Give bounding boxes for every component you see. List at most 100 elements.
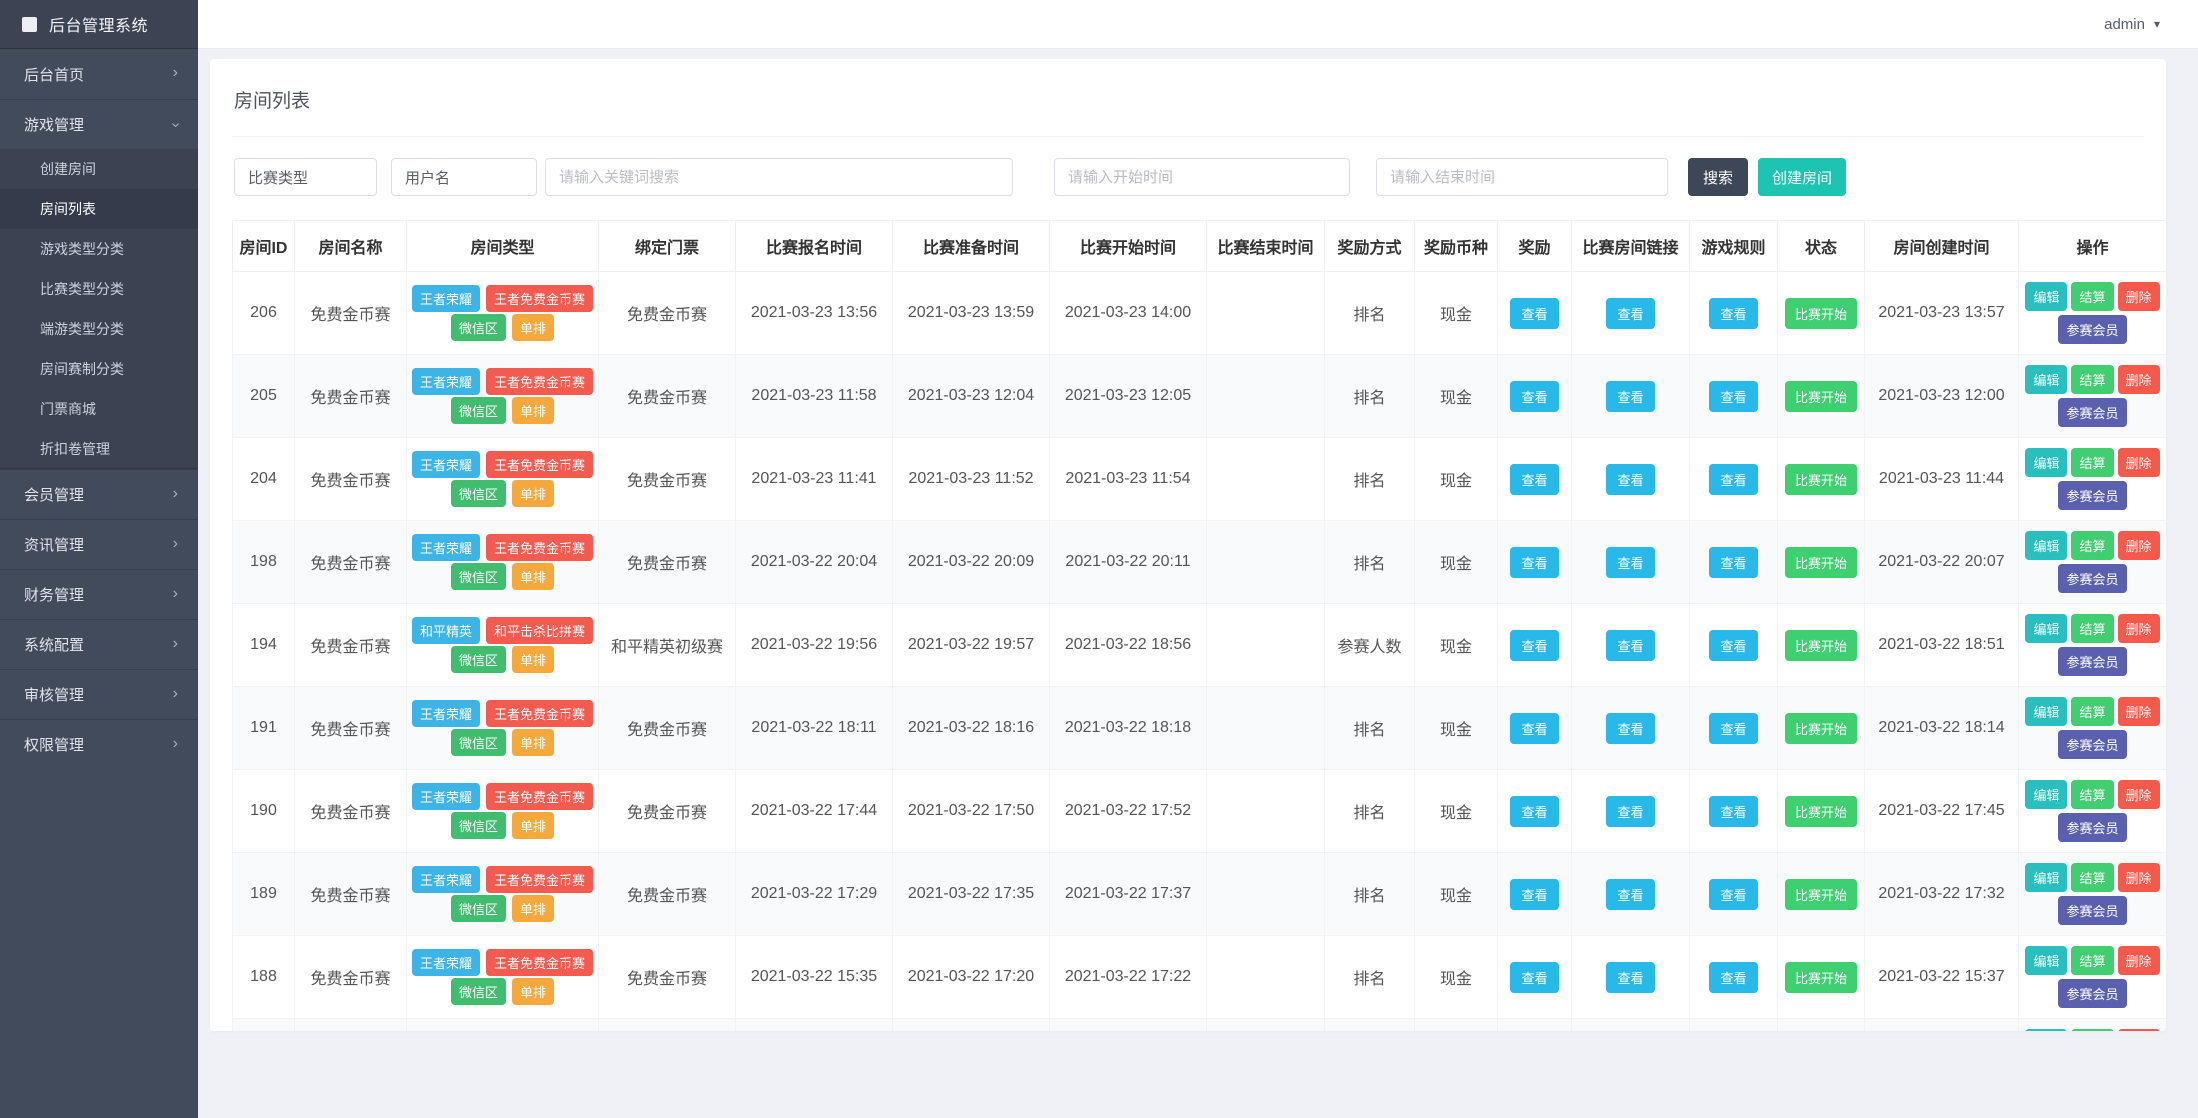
rules-view-button[interactable]: 查看	[1709, 961, 1758, 993]
members-button[interactable]: 参赛会员	[2058, 813, 2127, 842]
rules-view-button[interactable]: 查看	[1709, 546, 1758, 578]
room-name-cell: 免费金币赛	[294, 852, 407, 936]
room-link-view-button[interactable]: 查看	[1606, 380, 1655, 412]
settle-button[interactable]: 结算	[2071, 448, 2114, 477]
reward-view-button[interactable]: 查看	[1510, 380, 1559, 412]
settle-button[interactable]: 结算	[2071, 365, 2114, 394]
edit-button[interactable]: 编辑	[2025, 282, 2068, 311]
members-button[interactable]: 参赛会员	[2058, 564, 2127, 593]
sidebar-item-home[interactable]: 后台首页 ›	[0, 49, 198, 99]
username-select[interactable]: 用户名	[391, 158, 537, 196]
start-time-input[interactable]	[1054, 158, 1350, 196]
settle-button[interactable]: 结算	[2071, 697, 2114, 726]
admin-dropdown[interactable]: admin ▾	[2104, 16, 2160, 33]
delete-button[interactable]: 删除	[2117, 531, 2160, 560]
reward-view-button[interactable]: 查看	[1510, 878, 1559, 910]
room-link-view-button[interactable]: 查看	[1606, 546, 1655, 578]
delete-button[interactable]: 删除	[2117, 448, 2160, 477]
sidebar-item-finance[interactable]: 财务管理 ›	[0, 569, 198, 619]
rules-view-button[interactable]: 查看	[1709, 297, 1758, 329]
end-time-input[interactable]	[1376, 158, 1668, 196]
start-time-cell: 2021-03-22 20:11	[1049, 520, 1207, 604]
delete-button[interactable]: 删除	[2117, 780, 2160, 809]
members-button[interactable]: 参赛会员	[2058, 979, 2127, 1008]
delete-button[interactable]: 删除	[2117, 614, 2160, 643]
room-link-view-button[interactable]: 查看	[1606, 795, 1655, 827]
end-time-cell	[1206, 935, 1325, 1019]
actions-line: 参赛会员	[2023, 977, 2162, 1010]
rules-view-button[interactable]: 查看	[1709, 380, 1758, 412]
room-link-view-button[interactable]: 查看	[1606, 629, 1655, 661]
edit-button[interactable]: 编辑	[2025, 365, 2068, 394]
sidebar-item-room-format[interactable]: 房间赛制分类	[0, 349, 198, 389]
edit-button[interactable]: 编辑	[2025, 531, 2068, 560]
settle-button[interactable]: 结算	[2071, 946, 2114, 975]
sidebar-item-game-type[interactable]: 游戏类型分类	[0, 229, 198, 269]
keyword-search-input[interactable]	[545, 158, 1013, 196]
room-link-view-button[interactable]: 查看	[1606, 297, 1655, 329]
reward-view-button[interactable]: 查看	[1510, 629, 1559, 661]
delete-button[interactable]: 删除	[2117, 863, 2160, 892]
reward-view-button[interactable]: 查看	[1510, 297, 1559, 329]
sidebar-item-coupon[interactable]: 折扣卷管理	[0, 429, 198, 469]
edit-button[interactable]: 编辑	[2025, 1029, 2068, 1031]
delete-button[interactable]: 删除	[2117, 282, 2160, 311]
search-button[interactable]: 搜索	[1688, 158, 1749, 196]
settle-button[interactable]: 结算	[2071, 282, 2114, 311]
sidebar-item-news[interactable]: 资讯管理 ›	[0, 519, 198, 569]
edit-button[interactable]: 编辑	[2025, 697, 2068, 726]
reward-currency-cell: 现金	[1414, 520, 1498, 604]
sidebar-item-room-list[interactable]: 房间列表	[0, 189, 198, 229]
settle-button[interactable]: 结算	[2071, 1029, 2114, 1031]
reward-view-button[interactable]: 查看	[1510, 546, 1559, 578]
sidebar-item-label: 比赛类型分类	[40, 281, 124, 297]
rules-view-button[interactable]: 查看	[1709, 878, 1758, 910]
match-type-select[interactable]: 比赛类型	[234, 158, 377, 196]
sidebar-item-create-room[interactable]: 创建房间	[0, 149, 198, 189]
create-room-button[interactable]: 创建房间	[1758, 158, 1847, 196]
edit-button[interactable]: 编辑	[2025, 863, 2068, 892]
members-button[interactable]: 参赛会员	[2058, 730, 2127, 759]
members-button[interactable]: 参赛会员	[2058, 315, 2127, 344]
members-button[interactable]: 参赛会员	[2058, 896, 2127, 925]
room-link-view-button[interactable]: 查看	[1606, 878, 1655, 910]
reward-view-button[interactable]: 查看	[1510, 463, 1559, 495]
delete-button[interactable]: 删除	[2117, 365, 2160, 394]
sidebar-item-permission[interactable]: 权限管理 ›	[0, 719, 198, 769]
settle-button[interactable]: 结算	[2071, 614, 2114, 643]
reward-currency-cell: 现金	[1414, 271, 1498, 355]
sidebar-item-pc-game-type[interactable]: 端游类型分类	[0, 309, 198, 349]
rules-view-button[interactable]: 查看	[1709, 795, 1758, 827]
created-time-cell: 2021-03-22 17:32	[1864, 852, 2019, 936]
delete-button[interactable]: 删除	[2117, 946, 2160, 975]
sidebar-item-system[interactable]: 系统配置 ›	[0, 619, 198, 669]
sidebar-item-member[interactable]: 会员管理 ›	[0, 469, 198, 519]
edit-button[interactable]: 编辑	[2025, 614, 2068, 643]
rules-view-button[interactable]: 查看	[1709, 712, 1758, 744]
members-button[interactable]: 参赛会员	[2058, 398, 2127, 427]
room-link-view-button[interactable]: 查看	[1606, 712, 1655, 744]
settle-button[interactable]: 结算	[2071, 863, 2114, 892]
delete-button[interactable]: 删除	[2117, 697, 2160, 726]
edit-button[interactable]: 编辑	[2025, 780, 2068, 809]
edit-button[interactable]: 编辑	[2025, 448, 2068, 477]
rules-view-button[interactable]: 查看	[1709, 463, 1758, 495]
rules-view-button[interactable]: 查看	[1709, 629, 1758, 661]
reward-view-button[interactable]: 查看	[1510, 961, 1559, 993]
column-header: 奖励	[1497, 220, 1572, 272]
sidebar-item-audit[interactable]: 审核管理 ›	[0, 669, 198, 719]
sidebar-item-game[interactable]: 游戏管理 ›	[0, 99, 198, 149]
reward-view-button[interactable]: 查看	[1510, 795, 1559, 827]
members-button[interactable]: 参赛会员	[2058, 481, 2127, 510]
delete-button[interactable]: 删除	[2117, 1029, 2160, 1031]
reward-view-button[interactable]: 查看	[1510, 712, 1559, 744]
sidebar-item-ticket-shop[interactable]: 门票商城	[0, 389, 198, 429]
settle-button[interactable]: 结算	[2071, 780, 2114, 809]
ready-time-cell: 2021-03-22 17:20	[892, 935, 1050, 1019]
room-link-view-button[interactable]: 查看	[1606, 463, 1655, 495]
sidebar-item-match-type[interactable]: 比赛类型分类	[0, 269, 198, 309]
room-link-view-button[interactable]: 查看	[1606, 961, 1655, 993]
edit-button[interactable]: 编辑	[2025, 946, 2068, 975]
settle-button[interactable]: 结算	[2071, 531, 2114, 560]
members-button[interactable]: 参赛会员	[2058, 647, 2127, 676]
